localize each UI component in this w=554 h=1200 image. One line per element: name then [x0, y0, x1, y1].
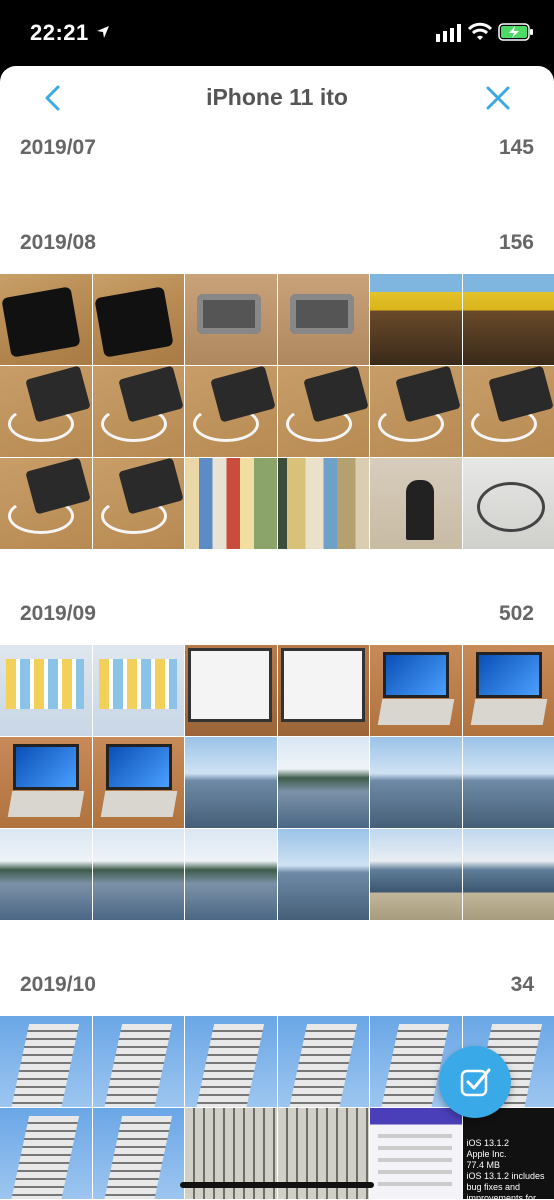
- checkbox-select-icon: [460, 1068, 491, 1097]
- photo-thumbnail[interactable]: [92, 737, 184, 828]
- update-desc: iOS 13.1.2 includes bug fixes and improv…: [466, 1171, 545, 1199]
- battery-charging-icon: [498, 23, 533, 41]
- month-count: 34: [510, 973, 534, 996]
- update-screenshot-text: iOS 13.1.2 Apple Inc. 77.4 MB iOS 13.1.2…: [467, 1138, 553, 1199]
- photo-thumbnail[interactable]: [462, 366, 554, 457]
- photo-thumbnail[interactable]: [92, 1016, 184, 1107]
- photo-thumbnail[interactable]: [185, 829, 277, 920]
- month-header: 2019/08 156: [0, 225, 554, 265]
- photo-thumbnail[interactable]: [0, 829, 92, 920]
- photo-picker-sheet: iPhone 11 ito 2019/07 145 2019/08 156 20…: [0, 66, 554, 1200]
- update-size: 77.4 MB: [466, 1160, 501, 1170]
- photo-grid: [0, 645, 554, 920]
- photo-thumbnail[interactable]: [277, 737, 369, 828]
- photo-thumbnail[interactable]: [462, 737, 554, 828]
- month-label: 2019/08: [20, 231, 96, 254]
- photo-thumbnail[interactable]: [370, 829, 462, 920]
- photo-thumbnail[interactable]: [370, 645, 462, 736]
- month-label: 2019/09: [20, 602, 96, 625]
- photo-thumbnail[interactable]: [462, 274, 554, 365]
- photo-thumbnail[interactable]: [92, 274, 184, 365]
- update-vendor: Apple Inc.: [466, 1149, 507, 1159]
- status-bar: 22:21: [0, 0, 554, 66]
- photo-thumbnail[interactable]: [0, 737, 92, 828]
- month-count: 502: [498, 602, 534, 625]
- photo-thumbnail[interactable]: [0, 458, 92, 549]
- location-arrow-icon: [97, 26, 109, 38]
- month-label: 2019/07: [20, 136, 96, 159]
- photo-thumbnail[interactable]: [370, 1108, 462, 1199]
- nav-bar: iPhone 11 ito: [0, 66, 554, 130]
- photo-thumbnail[interactable]: [0, 274, 92, 365]
- photo-thumbnail[interactable]: [185, 737, 277, 828]
- month-count: 145: [498, 136, 534, 159]
- wifi-icon: [468, 22, 492, 40]
- photo-thumbnail[interactable]: [185, 274, 277, 365]
- photo-thumbnail[interactable]: [462, 829, 554, 920]
- month-header: 2019/07 145: [0, 130, 554, 170]
- photo-grid: [0, 274, 554, 549]
- photo-thumbnail[interactable]: [277, 274, 369, 365]
- album-title: iPhone 11 ito: [206, 84, 348, 110]
- photo-thumbnail[interactable]: [277, 1016, 369, 1107]
- photo-thumbnail[interactable]: [92, 829, 184, 920]
- photo-thumbnail[interactable]: [370, 737, 462, 828]
- photo-thumbnail[interactable]: [277, 829, 369, 920]
- select-photos-button[interactable]: [439, 1046, 511, 1118]
- home-indicator[interactable]: [180, 1182, 374, 1188]
- photo-thumbnail[interactable]: [0, 1108, 92, 1199]
- signal-bars-icon: [436, 24, 461, 42]
- month-header: 2019/09 502: [0, 596, 554, 636]
- photo-thumbnail[interactable]: [92, 366, 184, 457]
- photo-thumbnail[interactable]: [0, 1016, 92, 1107]
- photo-thumbnail[interactable]: [185, 458, 277, 549]
- photo-thumbnail[interactable]: [92, 458, 184, 549]
- photo-thumbnail[interactable]: [462, 458, 554, 549]
- photo-thumbnail[interactable]: [462, 645, 554, 736]
- month-header: 2019/10 34: [0, 967, 554, 1007]
- photo-thumbnail[interactable]: [0, 366, 92, 457]
- photo-thumbnail[interactable]: [370, 458, 462, 549]
- photo-thumbnail[interactable]: [277, 366, 369, 457]
- month-label: 2019/10: [20, 973, 96, 996]
- close-icon[interactable]: [482, 82, 514, 114]
- photo-thumbnail[interactable]: iOS 13.1.2 Apple Inc. 77.4 MB iOS 13.1.2…: [462, 1108, 554, 1199]
- photo-thumbnail[interactable]: [370, 274, 462, 365]
- photo-thumbnail[interactable]: [277, 645, 369, 736]
- photo-thumbnail[interactable]: [92, 1108, 184, 1199]
- photo-thumbnail[interactable]: [185, 366, 277, 457]
- photo-thumbnail[interactable]: [370, 366, 462, 457]
- month-count: 156: [498, 231, 534, 254]
- photo-thumbnail[interactable]: [0, 645, 92, 736]
- update-title: iOS 13.1.2: [466, 1138, 510, 1148]
- photo-thumbnail[interactable]: [277, 458, 369, 549]
- photo-thumbnail[interactable]: [185, 645, 277, 736]
- photo-thumbnail[interactable]: [185, 1016, 277, 1107]
- status-time: 22:21: [30, 20, 89, 45]
- photo-thumbnail[interactable]: [92, 645, 184, 736]
